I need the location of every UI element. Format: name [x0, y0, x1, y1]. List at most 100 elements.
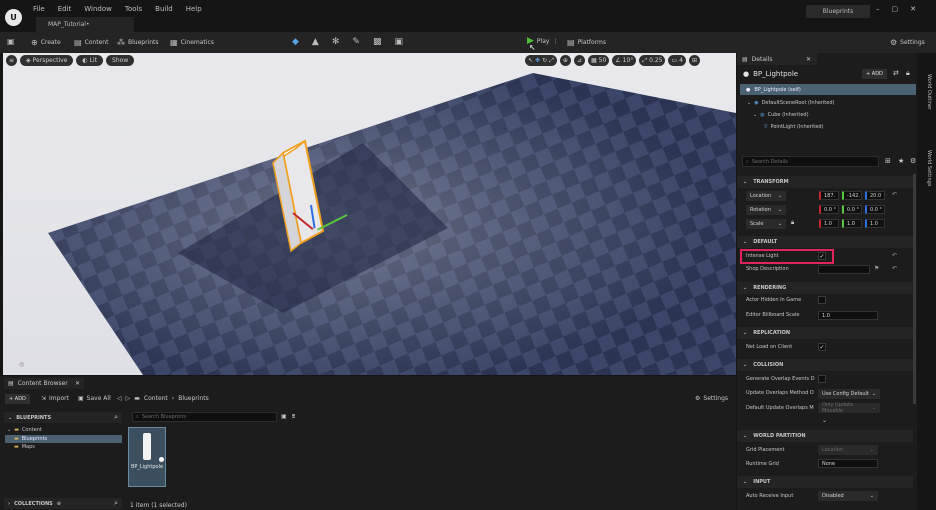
- rotation-z-field[interactable]: 0.0 °: [865, 205, 885, 214]
- platforms-button[interactable]: ▤ Platforms: [567, 38, 606, 47]
- lock-icon[interactable]: 🔒︎: [906, 69, 910, 78]
- settings-button[interactable]: ⚙ Settings: [890, 38, 925, 47]
- search-icon[interactable]: ⌕: [114, 499, 118, 508]
- expand-arrow-icon[interactable]: ⌄: [747, 100, 751, 106]
- scale-dropdown[interactable]: Scale ⌄: [746, 219, 786, 229]
- lit-button[interactable]: ◐ Lit: [76, 55, 104, 66]
- transform-section-header[interactable]: ⌄ TRANSFORM: [737, 176, 913, 188]
- reset-location-icon[interactable]: ↶: [892, 191, 897, 198]
- create-button[interactable]: ⊕ Create: [31, 38, 61, 47]
- auto-receive-input-dropdown[interactable]: Disabled ⌄: [818, 491, 878, 501]
- details-settings-gear-icon[interactable]: ⚙: [910, 157, 916, 165]
- intense-light-checkbox[interactable]: ✓: [818, 252, 826, 260]
- breadcrumb-blueprints[interactable]: Blueprints: [178, 395, 209, 402]
- folder-maps[interactable]: ▬ Maps: [14, 444, 35, 450]
- asset-search-input[interactable]: ⌕ Search Blueprints: [132, 412, 277, 422]
- minimize-icon[interactable]: –: [876, 5, 880, 13]
- modeling-mode-icon[interactable]: ▣: [394, 37, 403, 47]
- blueprints-window-label[interactable]: Blueprints: [806, 5, 870, 18]
- viewport-menu-button[interactable]: ≡: [6, 55, 18, 66]
- scale-snap-toggle[interactable]: ⤢ 0.25: [639, 55, 666, 66]
- add-component-button[interactable]: + ADD: [862, 69, 887, 79]
- paint-mode-icon[interactable]: ✎: [352, 37, 360, 47]
- play-options-icon[interactable]: ⋮: [552, 38, 558, 45]
- rotation-dropdown[interactable]: Rotation ⌄: [746, 205, 786, 215]
- content-settings-button[interactable]: ⚙ Settings: [695, 395, 728, 402]
- rotation-y-field[interactable]: 0.0 °: [842, 205, 862, 214]
- import-button[interactable]: ⇲ Import: [41, 395, 69, 402]
- world-partition-section-header[interactable]: ⌄ WORLD PARTITION: [737, 430, 913, 442]
- breadcrumb-content[interactable]: Content: [144, 395, 168, 402]
- component-row-self[interactable]: ● BP_Lightpole (self): [740, 84, 916, 95]
- scale-y-field[interactable]: 1.0: [842, 219, 862, 228]
- reset-shop-description-icon[interactable]: ↶: [892, 265, 897, 272]
- menu-window[interactable]: Window: [84, 5, 112, 13]
- generate-overlap-checkbox[interactable]: [818, 375, 826, 383]
- folder-content[interactable]: ⌄ ▬ Content: [7, 427, 42, 433]
- content-browser-close-icon[interactable]: ✕: [75, 380, 80, 387]
- favorites-star-icon[interactable]: ★: [898, 157, 904, 165]
- details-scrollbar[interactable]: [913, 174, 916, 404]
- world-outliner-side-tab[interactable]: World Outliner: [922, 74, 932, 124]
- cinematics-button[interactable]: ▦ Cinematics: [170, 38, 214, 47]
- move-tool-icon[interactable]: ✥: [535, 57, 540, 64]
- advanced-expand-icon[interactable]: ⌄: [822, 417, 827, 424]
- landscape-mode-icon[interactable]: ▲: [312, 37, 319, 47]
- maximize-icon[interactable]: ▢: [892, 5, 899, 13]
- search-icon[interactable]: ⌕: [114, 413, 118, 422]
- content-button[interactable]: ▤ Content: [74, 38, 108, 47]
- shop-description-field[interactable]: [818, 265, 870, 274]
- scale-x-field[interactable]: 1.0: [819, 219, 839, 228]
- component-row-cube[interactable]: ⌄ ◍ Cube (Inherited): [753, 112, 809, 118]
- show-button[interactable]: Show: [106, 55, 135, 66]
- grid-placement-dropdown[interactable]: Location ⌄: [818, 445, 878, 455]
- unreal-logo-icon[interactable]: U: [5, 9, 22, 26]
- location-z-field[interactable]: 20.0: [865, 191, 885, 200]
- runtime-grid-field[interactable]: None: [818, 459, 878, 468]
- location-y-field[interactable]: -142.: [842, 191, 862, 200]
- menu-tools[interactable]: Tools: [125, 5, 142, 13]
- blueprints-button[interactable]: ⁂ Blueprints: [117, 38, 159, 47]
- fracture-mode-icon[interactable]: ▩: [373, 37, 382, 47]
- folder-blueprints[interactable]: ▬ Blueprints: [5, 435, 122, 443]
- default-section-header[interactable]: ⌄ DEFAULT: [737, 236, 913, 248]
- add-collection-icon[interactable]: ⊕: [57, 501, 61, 507]
- camera-speed-button[interactable]: ▭ 4: [668, 55, 686, 66]
- select-mode-icon[interactable]: ◆: [292, 37, 299, 47]
- history-forward-icon[interactable]: ▷: [126, 395, 131, 402]
- actor-hidden-checkbox[interactable]: [818, 296, 826, 304]
- expand-arrow-icon[interactable]: ⌄: [753, 112, 757, 118]
- maximize-viewport-button[interactable]: ⊞: [688, 55, 701, 66]
- rotate-tool-icon[interactable]: ↻: [542, 57, 547, 64]
- collision-section-header[interactable]: ⌄ COLLISION: [737, 359, 913, 371]
- world-local-toggle[interactable]: ⊕: [559, 55, 571, 66]
- foliage-mode-icon[interactable]: ✻: [332, 37, 340, 47]
- location-dropdown[interactable]: Location ⌄: [746, 191, 786, 201]
- details-tab[interactable]: ▤ Details ✕: [737, 53, 817, 65]
- save-icon[interactable]: ▣: [7, 37, 15, 46]
- update-overlap-dropdown[interactable]: Use Config Default ⌄: [818, 389, 880, 399]
- menu-file[interactable]: File: [33, 5, 45, 13]
- menu-edit[interactable]: Edit: [58, 5, 72, 13]
- save-search-icon[interactable]: ▣: [281, 413, 287, 420]
- default-update-dropdown[interactable]: Only Update Movable ⌄: [818, 402, 880, 414]
- component-row-scene-root[interactable]: ⌄ ◉ DefaultSceneRoot (Inherited): [747, 100, 834, 106]
- scale-tool-icon[interactable]: ⤢: [549, 57, 554, 65]
- filter-icon[interactable]: ⩩: [292, 413, 295, 421]
- details-tab-close-icon[interactable]: ✕: [806, 56, 811, 63]
- perspective-button[interactable]: ◈ Perspective: [20, 55, 74, 66]
- select-tool-icon[interactable]: ↖: [528, 57, 533, 64]
- sources-header[interactable]: ⌄ BLUEPRINTS ⌕: [4, 412, 122, 423]
- close-icon[interactable]: ✕: [910, 5, 916, 13]
- scale-z-field[interactable]: 1.0: [865, 219, 885, 228]
- history-back-icon[interactable]: ◁: [117, 395, 122, 402]
- asset-tile-bp-lightpole[interactable]: BP_Lightpole: [128, 427, 166, 487]
- blueprint-options-icon[interactable]: ⇄: [893, 69, 899, 77]
- rendering-section-header[interactable]: ⌄ RENDERING: [737, 282, 913, 294]
- localization-flag-icon[interactable]: ⚑: [874, 265, 879, 272]
- save-all-button[interactable]: ▣ Save All: [78, 395, 111, 402]
- level-viewport[interactable]: ≡ ◈ Perspective ◐ Lit Show ↖ ✥ ↻ ⤢ ⊕ ⊿ ▦ 50 ∠ 1…: [3, 53, 736, 375]
- location-x-field[interactable]: 187.: [819, 191, 839, 200]
- menu-build[interactable]: Build: [155, 5, 173, 13]
- world-settings-side-tab[interactable]: World Settings: [922, 150, 932, 200]
